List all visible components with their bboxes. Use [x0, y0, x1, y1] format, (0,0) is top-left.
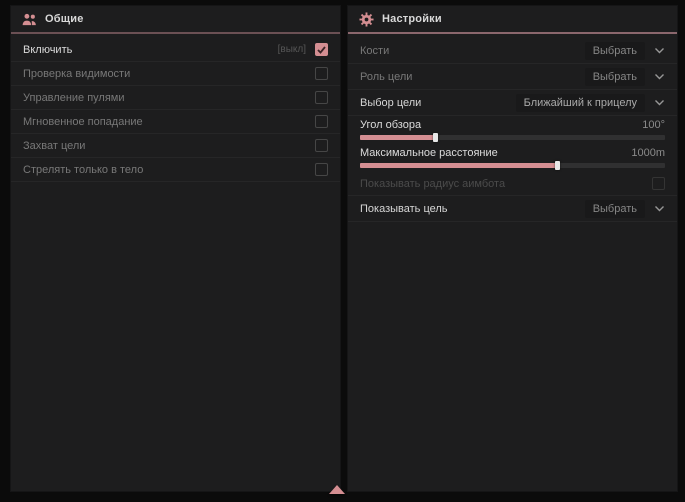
- row-slider: Максимальное расстояние1000m: [348, 144, 677, 172]
- row-label: Захват цели: [23, 140, 315, 152]
- slider[interactable]: [360, 135, 665, 140]
- row-checkbox: Стрелять только в тело: [11, 158, 340, 182]
- panel-settings: Настройки КостиВыбратьРоль целиВыбратьВы…: [347, 5, 678, 492]
- checkbox[interactable]: [315, 163, 328, 176]
- dropdown-value: Ближайший к прицелу: [516, 94, 645, 112]
- users-icon: [22, 13, 37, 26]
- row-label: Показывать цель: [360, 203, 585, 215]
- chevron-down-icon: [654, 205, 665, 212]
- row-label: Максимальное расстояние: [360, 147, 631, 159]
- slider-value: 100°: [642, 119, 665, 131]
- slider-value: 1000m: [631, 147, 665, 159]
- checkbox[interactable]: [315, 67, 328, 80]
- panel-title: Настройки: [382, 13, 442, 25]
- checkbox[interactable]: [652, 177, 665, 190]
- row-checkbox: Мгновенное попадание: [11, 110, 340, 134]
- rows-container: КостиВыбратьРоль целиВыбратьВыбор целиБл…: [348, 34, 677, 222]
- check-icon: [317, 46, 326, 54]
- panel-general: Общие Включить[выкл] Проверка видимости Уп…: [10, 5, 341, 492]
- dropdown[interactable]: Выбрать: [585, 200, 665, 218]
- row-label: Мгновенное попадание: [23, 116, 315, 128]
- dropdown-value: Выбрать: [585, 200, 645, 218]
- row-select: Показывать цельВыбрать: [348, 196, 677, 222]
- chevron-down-icon: [654, 73, 665, 80]
- dropdown-value: Выбрать: [585, 42, 645, 60]
- slider[interactable]: [360, 163, 665, 168]
- rows-container: Включить[выкл] Проверка видимости Управлен…: [11, 34, 340, 182]
- slider-thumb[interactable]: [433, 133, 438, 142]
- row-label: Проверка видимости: [23, 68, 315, 80]
- chevron-down-icon: [654, 47, 665, 54]
- dropdown[interactable]: Выбрать: [585, 42, 665, 60]
- checkbox[interactable]: [315, 43, 328, 56]
- slider-fill: [360, 135, 436, 140]
- gear-icon: [359, 12, 374, 27]
- row-label: Показывать радиус аимбота: [360, 178, 652, 190]
- row-label: Включить: [23, 44, 278, 56]
- checkbox[interactable]: [315, 91, 328, 104]
- dropdown-value: Выбрать: [585, 68, 645, 86]
- checkbox[interactable]: [315, 115, 328, 128]
- row-checkbox: Включить[выкл]: [11, 38, 340, 62]
- row-select: Роль целиВыбрать: [348, 64, 677, 90]
- dropdown[interactable]: Ближайший к прицелу: [516, 94, 665, 112]
- panel-settings-header[interactable]: Настройки: [348, 6, 677, 32]
- chevron-down-icon: [654, 99, 665, 106]
- row-label: Выбор цели: [360, 97, 516, 109]
- row-select: Выбор целиБлижайший к прицелу: [348, 90, 677, 116]
- checkbox[interactable]: [315, 139, 328, 152]
- cursor-up-triangle-icon: [329, 485, 345, 494]
- row-label: Кости: [360, 45, 585, 57]
- row-checkbox: Управление пулями: [11, 86, 340, 110]
- panel-title: Общие: [45, 13, 84, 25]
- row-label: Стрелять только в тело: [23, 164, 315, 176]
- row-checkbox: Захват цели: [11, 134, 340, 158]
- slider-thumb[interactable]: [555, 161, 560, 170]
- panel-general-header[interactable]: Общие: [11, 6, 340, 32]
- row-select: КостиВыбрать: [348, 38, 677, 64]
- row-checkbox: Проверка видимости: [11, 62, 340, 86]
- state-hint: [выкл]: [278, 44, 306, 55]
- slider-fill: [360, 163, 558, 168]
- dropdown[interactable]: Выбрать: [585, 68, 665, 86]
- row-label: Угол обзора: [360, 119, 642, 131]
- row-label: Управление пулями: [23, 92, 315, 104]
- row-checkbox: Показывать радиус аимбота: [348, 172, 677, 196]
- row-slider: Угол обзора100°: [348, 116, 677, 144]
- row-label: Роль цели: [360, 71, 585, 83]
